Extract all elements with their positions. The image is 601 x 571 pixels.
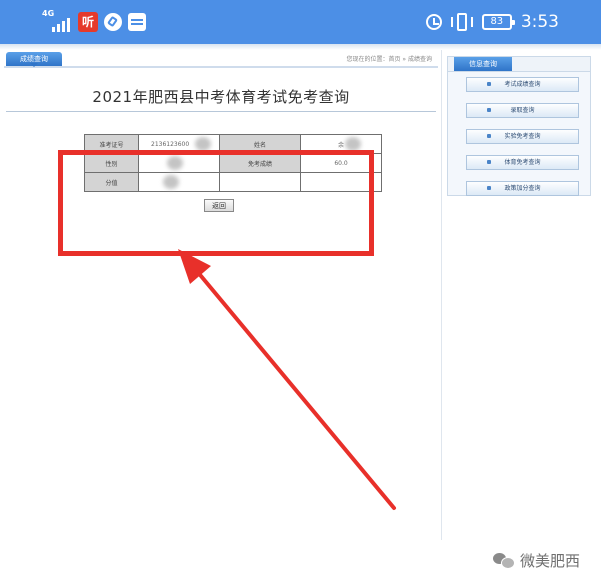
status-bar: 4G 听 83 3:53	[0, 0, 601, 44]
web-page: 成绩查询 您现在的位置：首页 » 成绩查询 2021年肥西县中考体育考试免考查询…	[0, 44, 601, 570]
status-right: 83 3:53	[425, 10, 559, 34]
browser-app-icon	[104, 13, 122, 31]
status-time: 3:53	[520, 12, 559, 32]
vibrate-icon	[450, 13, 473, 31]
alarm-icon	[425, 14, 442, 30]
wechat-icon	[493, 551, 515, 569]
signal-icon: 4G	[42, 9, 72, 32]
watermark: 微美肥西	[493, 550, 580, 570]
annotation-arrow	[178, 249, 396, 510]
status-left: 4G 听	[42, 9, 146, 33]
network-type: 4G	[42, 9, 55, 18]
message-app-icon	[128, 13, 146, 31]
music-app-icon: 听	[78, 12, 98, 32]
watermark-text: 微美肥西	[520, 551, 581, 570]
battery-icon: 83	[481, 14, 515, 30]
